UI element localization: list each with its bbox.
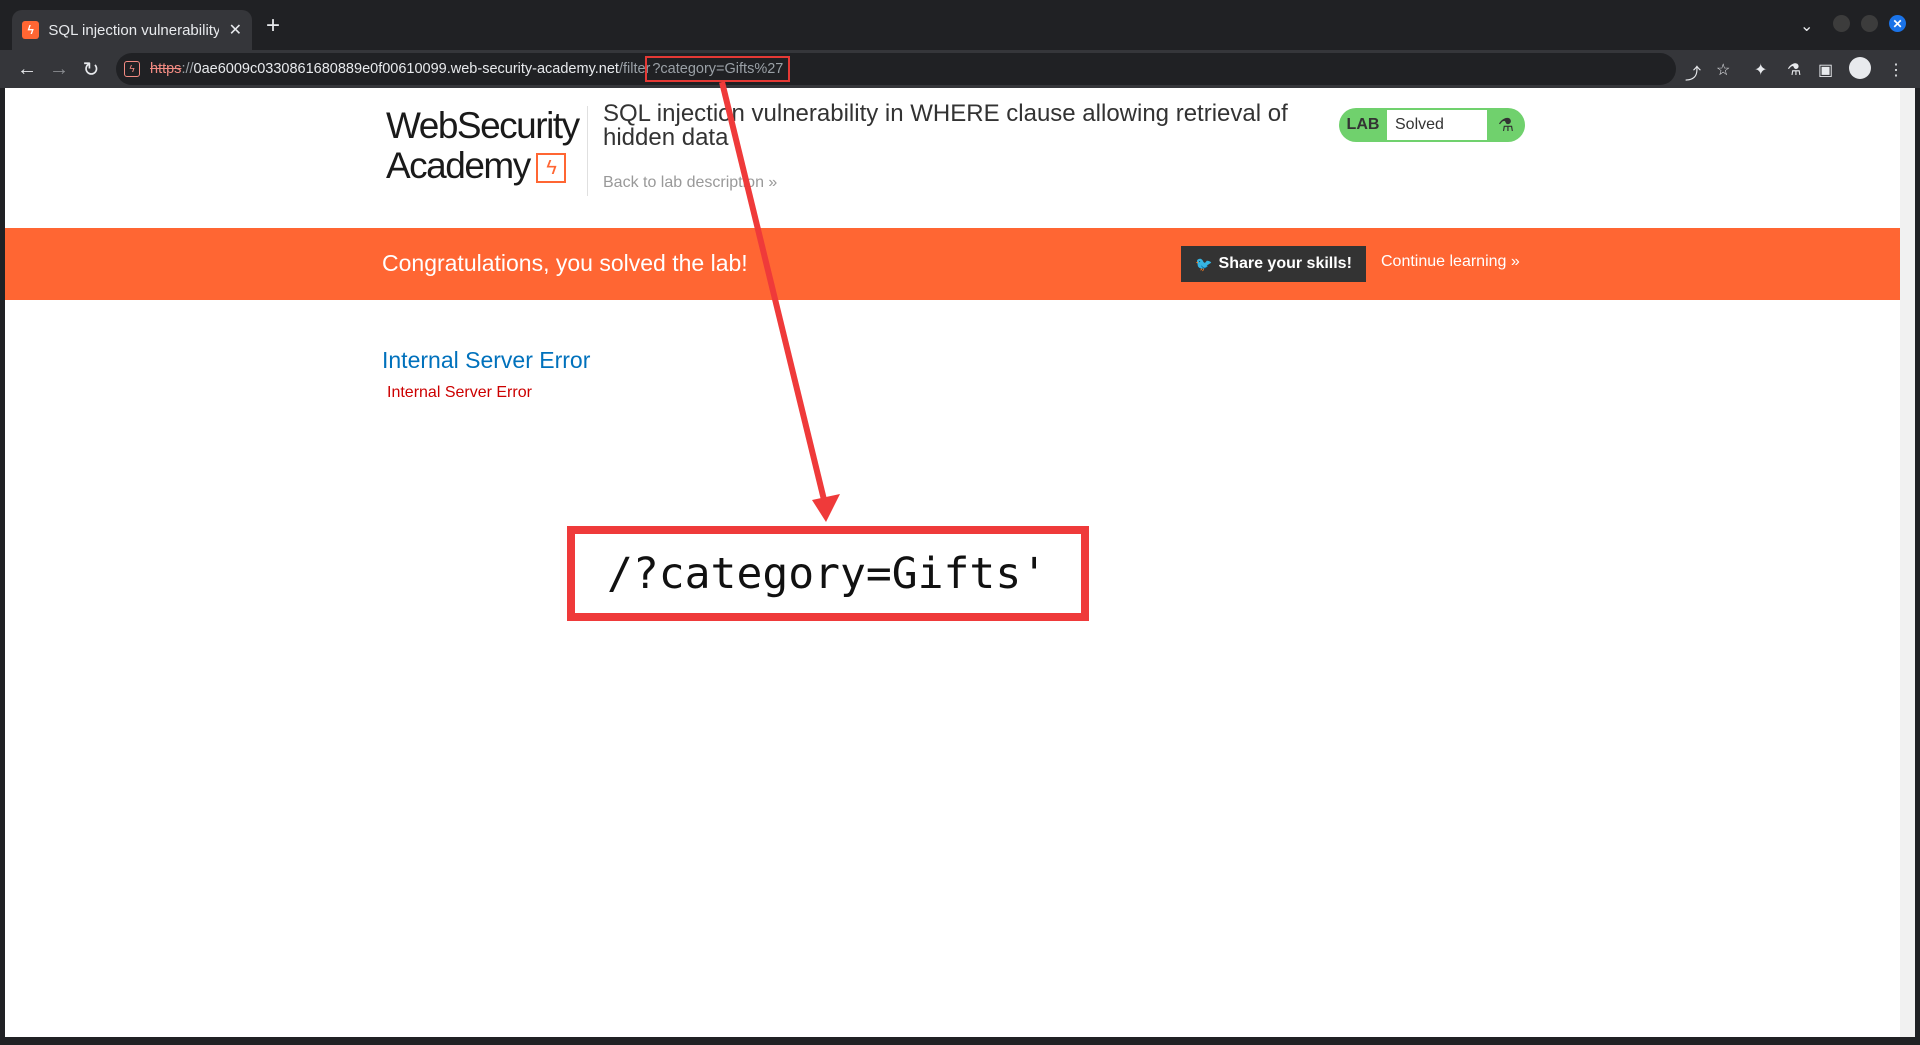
menu-icon[interactable]: ⋮ bbox=[1888, 60, 1904, 80]
twitter-icon: 🐦 bbox=[1195, 255, 1213, 272]
tab-search-icon[interactable]: ⌄ bbox=[1800, 16, 1813, 36]
banner-message: Congratulations, you solved the lab! bbox=[382, 250, 748, 276]
web-security-academy-logo[interactable]: WebSecurity Academy ϟ bbox=[386, 106, 586, 192]
minimize-button[interactable] bbox=[1833, 15, 1850, 32]
flask-icon[interactable]: ⚗ bbox=[1787, 60, 1801, 80]
back-button[interactable]: ← bbox=[14, 56, 40, 82]
lab-title: SQL injection vulnerability in WHERE cla… bbox=[603, 100, 1288, 151]
browser-tab[interactable]: ϟ SQL injection vulnerability ✕ bbox=[12, 10, 252, 50]
annotation-text: /?category=Gifts' bbox=[607, 548, 1048, 599]
browser-window: ϟ SQL injection vulnerability ✕ + ⌄ ✕ ← … bbox=[0, 0, 1920, 1045]
reload-button[interactable]: ↻ bbox=[78, 56, 104, 82]
flask-icon: ⚗ bbox=[1497, 114, 1515, 135]
tab-strip: ϟ SQL injection vulnerability ✕ + ⌄ ✕ bbox=[0, 0, 1920, 50]
back-to-lab-description-link[interactable]: Back to lab description » bbox=[603, 174, 777, 192]
forward-button[interactable]: → bbox=[46, 56, 72, 82]
annotation-callout: /?category=Gifts' bbox=[567, 526, 1089, 621]
portswigger-icon: ϟ bbox=[22, 21, 40, 39]
not-secure-icon[interactable]: ϟ bbox=[124, 61, 140, 77]
lightning-bolt-icon: ϟ bbox=[535, 153, 566, 184]
url-path: /filter bbox=[618, 61, 651, 77]
profile-avatar[interactable] bbox=[1849, 57, 1871, 79]
url-separator: :// bbox=[181, 61, 194, 77]
tab-title: SQL injection vulnerability bbox=[48, 21, 219, 39]
error-heading: Internal Server Error bbox=[382, 347, 591, 373]
continue-learning-link[interactable]: Continue learning » bbox=[1381, 253, 1520, 271]
close-tab-icon[interactable]: ✕ bbox=[229, 20, 242, 40]
logo-line1: WebSecurity bbox=[386, 105, 580, 146]
lab-label: LAB bbox=[1346, 116, 1380, 133]
share-skills-label: Share your skills! bbox=[1218, 255, 1352, 272]
error-text: Internal Server Error bbox=[387, 384, 532, 401]
address-bar[interactable]: ϟ https://0ae6009c0330861680889e0f006100… bbox=[116, 53, 1676, 85]
url-scheme: https bbox=[150, 61, 182, 77]
extensions-icon[interactable]: ✦ bbox=[1754, 60, 1767, 80]
page-scrollbar[interactable] bbox=[1900, 88, 1915, 1037]
lab-status-badge: LAB Solved ⚗ bbox=[1339, 108, 1525, 142]
close-window-button[interactable]: ✕ bbox=[1889, 15, 1906, 32]
side-panel-icon[interactable]: ▣ bbox=[1818, 60, 1833, 80]
lab-status: Solved bbox=[1387, 110, 1487, 140]
share-skills-button[interactable]: 🐦 Share your skills! bbox=[1181, 246, 1366, 282]
header-divider bbox=[587, 106, 588, 196]
bookmark-star-icon[interactable]: ☆ bbox=[1716, 60, 1730, 80]
new-tab-button[interactable]: + bbox=[266, 14, 280, 38]
maximize-button[interactable] bbox=[1861, 15, 1878, 32]
browser-toolbar: ← → ↻ ϟ https://0ae6009c0330861680889e0f… bbox=[0, 50, 1920, 88]
url-query-highlighted: ?category=Gifts%27 bbox=[645, 56, 791, 82]
logo-line2: Academy bbox=[386, 145, 531, 186]
share-icon[interactable]: ⤴ bbox=[1685, 60, 1701, 84]
solved-banner: Congratulations, you solved the lab! 🐦 S… bbox=[5, 228, 1900, 300]
url-host: 0ae6009c0330861680889e0f00610099.web-sec… bbox=[193, 61, 619, 77]
